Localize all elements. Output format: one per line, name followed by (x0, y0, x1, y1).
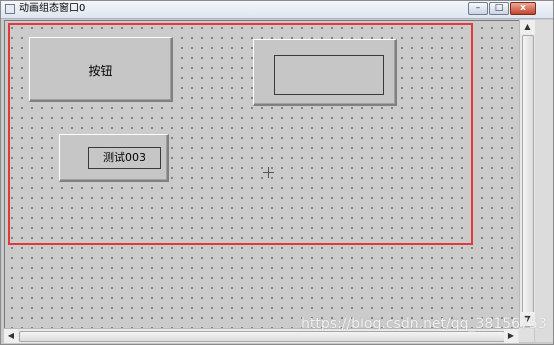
window-title: 动画组态窗口0 (19, 3, 86, 14)
close-button[interactable]: x (510, 2, 536, 15)
app-window: 动画组态窗口0 – □ x 按钮 测试003 ▲ ▼ ◀ ▶ https://b… (0, 0, 554, 345)
crosshair-cursor-icon (263, 167, 275, 179)
title-bar[interactable]: 动画组态窗口0 – □ x (1, 1, 553, 19)
minimize-button[interactable]: – (468, 2, 488, 15)
frame-control[interactable] (253, 39, 397, 106)
maximize-button[interactable]: □ (489, 2, 509, 15)
window-icon (5, 4, 15, 14)
vertical-scrollbar[interactable]: ▲ ▼ (519, 20, 535, 327)
test-control-label: 测试003 (88, 147, 161, 169)
scroll-left-arrow-icon[interactable]: ◀ (4, 329, 18, 343)
test-control[interactable]: 测试003 (59, 134, 169, 182)
frame-inner-box (274, 55, 384, 95)
vertical-scroll-thumb[interactable] (522, 35, 534, 327)
scroll-up-arrow-icon[interactable]: ▲ (520, 20, 535, 34)
button-control-label: 按钮 (88, 64, 113, 78)
watermark-text: https://blog.csdn.net/qq_38156753 (301, 316, 547, 332)
window-right-border (535, 20, 553, 342)
horizontal-scroll-thumb[interactable] (19, 331, 505, 342)
button-control[interactable]: 按钮 (29, 37, 173, 102)
